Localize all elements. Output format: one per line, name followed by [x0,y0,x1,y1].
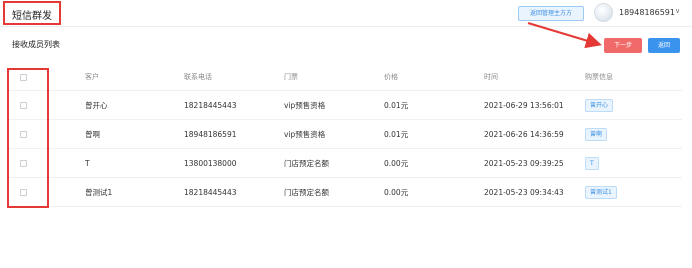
table-row[interactable]: 曾啊 18948186591 vip预售资格 0.01元 2021-06-26 … [8,120,682,149]
customer-cell: 曾开心 [85,100,108,110]
customer-cell: T [85,158,90,168]
phone-cell: 18218445443 [184,187,237,197]
ticket-info-cell: T [585,149,599,177]
table-header-row: 客户 联系电话 门票 价格 时间 购票信息 [8,64,682,91]
time-cell: 2021-05-23 09:34:43 [484,187,564,197]
chevron-down-icon[interactable]: ∨ [675,7,680,15]
back-button[interactable]: 返回 [648,38,680,53]
user-name[interactable]: 18948186591 [619,8,675,17]
phone-cell: 13800138000 [184,158,237,168]
ticket-info-tag: 曾开心 [585,98,614,112]
ticket-info-cell: 曾测试1 [585,178,617,206]
time-cell: 2021-06-29 13:56:01 [484,100,564,110]
table-row[interactable]: 曾测试1 18218445443 门店预定名额 0.00元 2021-05-23… [8,178,682,207]
column-header-phone: 联系电话 [184,73,212,81]
ticket-info-tag: 曾啊 [585,127,608,141]
next-step-button[interactable]: 下一步 [604,38,642,53]
customer-cell: 曾啊 [85,129,100,139]
column-header-ticket-info: 购票信息 [585,73,613,81]
phone-cell: 18218445443 [184,100,237,110]
table-row[interactable]: 曾开心 18218445443 vip预售资格 0.01元 2021-06-29… [8,91,682,120]
ticket-cell: 门店预定名额 [284,158,329,168]
checkbox-annotation-box [7,68,49,208]
table-row[interactable]: T 13800138000 门店预定名额 0.00元 2021-05-23 09… [8,149,682,178]
ticket-cell: vip预售资格 [284,100,326,110]
phone-cell: 18948186591 [184,129,237,139]
price-cell: 0.00元 [384,187,409,197]
customer-cell: 曾测试1 [85,187,113,197]
column-header-price: 价格 [384,73,398,81]
price-cell: 0.01元 [384,100,409,110]
member-table: 客户 联系电话 门票 价格 时间 购票信息 曾开心 18218445443 vi… [8,64,682,207]
column-header-customer: 客户 [85,73,99,81]
ticket-cell: vip预售资格 [284,129,326,139]
top-bar: 短信群发 返回管理主方方 18948186591 ∨ [0,0,692,27]
time-cell: 2021-06-26 14:36:59 [484,129,564,139]
ticket-info-cell: 曾啊 [585,120,608,148]
column-header-time: 时间 [484,73,498,81]
title-annotation-box [3,1,61,25]
column-header-ticket: 门票 [284,73,298,81]
return-management-button[interactable]: 返回管理主方方 [518,6,584,21]
ticket-info-tag: T [585,156,599,170]
price-cell: 0.01元 [384,129,409,139]
ticket-info-cell: 曾开心 [585,91,614,119]
time-cell: 2021-05-23 09:39:25 [484,158,564,168]
ticket-cell: 门店预定名额 [284,187,329,197]
ticket-info-tag: 曾测试1 [585,185,617,199]
avatar[interactable] [594,3,613,22]
price-cell: 0.00元 [384,158,409,168]
section-title: 接收成员列表 [12,40,60,49]
